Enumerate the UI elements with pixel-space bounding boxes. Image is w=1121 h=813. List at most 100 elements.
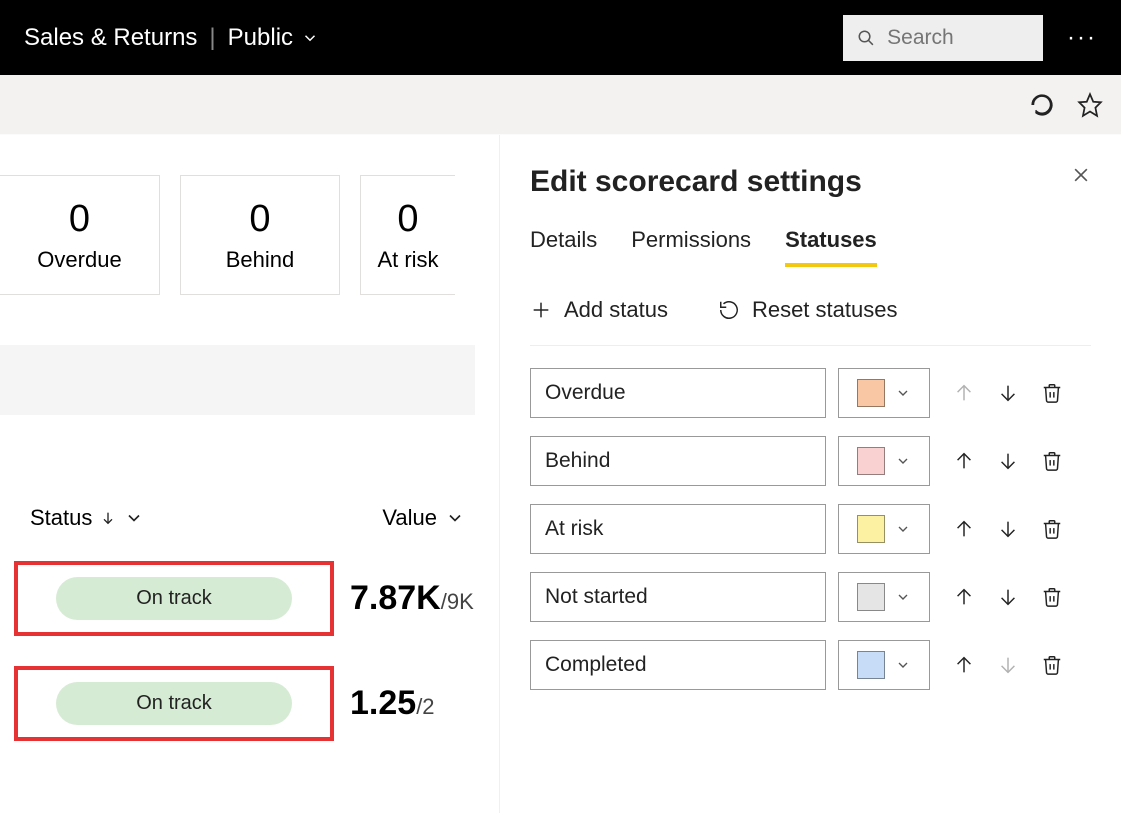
status-actions: Add status Reset statuses xyxy=(530,297,1091,346)
add-status-button[interactable]: Add status xyxy=(530,297,668,323)
status-name-input[interactable]: Completed xyxy=(530,640,826,690)
status-pill[interactable]: On track xyxy=(56,682,292,725)
visibility-label: Public xyxy=(228,24,293,52)
move-up-button[interactable] xyxy=(952,517,976,541)
toolbar xyxy=(0,75,1121,135)
color-swatch xyxy=(857,379,885,407)
card-value: 0 xyxy=(69,198,90,241)
search-input[interactable] xyxy=(887,26,1029,50)
status-list: Overdue Behind At risk xyxy=(530,368,1091,690)
arrow-up-icon xyxy=(953,450,975,472)
top-bar: Sales & Returns | Public ··· xyxy=(0,0,1121,75)
color-swatch xyxy=(857,583,885,611)
reset-icon xyxy=(718,299,740,321)
chevron-down-icon xyxy=(445,508,465,528)
status-name-input[interactable]: Not started xyxy=(530,572,826,622)
refresh-icon xyxy=(1029,92,1055,118)
status-row: Behind xyxy=(530,436,1091,486)
value-denom: /2 xyxy=(416,694,434,720)
card-label: Overdue xyxy=(37,247,121,273)
status-column-header[interactable]: Status xyxy=(30,505,144,531)
card-at-risk[interactable]: 0 At risk xyxy=(360,175,455,295)
color-picker[interactable] xyxy=(838,640,930,690)
color-picker[interactable] xyxy=(838,368,930,418)
refresh-button[interactable] xyxy=(1029,92,1055,118)
add-status-label: Add status xyxy=(564,297,668,323)
chevron-down-icon xyxy=(124,508,144,528)
status-pill[interactable]: On track xyxy=(56,577,292,620)
value-denom: /9K xyxy=(441,589,474,615)
value-cell: 7.87K /9K xyxy=(350,579,474,618)
value-cell: 1.25 /2 xyxy=(350,684,435,723)
trash-icon xyxy=(1041,518,1063,540)
arrow-up-icon xyxy=(953,382,975,404)
search-icon xyxy=(857,27,875,49)
divider: | xyxy=(209,24,215,52)
value-column-label: Value xyxy=(382,505,437,531)
move-down-button[interactable] xyxy=(996,381,1020,405)
status-row: Overdue xyxy=(530,368,1091,418)
tab-details[interactable]: Details xyxy=(530,227,597,267)
status-row: Not started xyxy=(530,572,1091,622)
status-name-input[interactable]: Behind xyxy=(530,436,826,486)
panel-title: Edit scorecard settings xyxy=(530,165,862,199)
goal-row[interactable]: On track 1.25 /2 xyxy=(0,666,475,741)
scorecard-left: 0 Overdue 0 Behind 0 At risk Status Valu… xyxy=(0,135,475,813)
filter-strip xyxy=(0,345,475,415)
arrow-up-icon xyxy=(953,586,975,608)
status-row: At risk xyxy=(530,504,1091,554)
move-down-button[interactable] xyxy=(996,449,1020,473)
delete-button[interactable] xyxy=(1040,381,1064,405)
goal-row[interactable]: On track 7.87K /9K xyxy=(0,561,475,636)
color-picker[interactable] xyxy=(838,572,930,622)
arrow-down-icon xyxy=(100,510,116,526)
arrow-up-icon xyxy=(953,654,975,676)
move-up-button xyxy=(952,381,976,405)
status-column-label: Status xyxy=(30,505,92,531)
value-main: 1.25 xyxy=(350,684,416,723)
arrow-down-icon xyxy=(997,450,1019,472)
visibility-dropdown[interactable]: Public xyxy=(228,24,319,52)
delete-button[interactable] xyxy=(1040,449,1064,473)
close-button[interactable] xyxy=(1071,165,1091,185)
trash-icon xyxy=(1041,450,1063,472)
card-overdue[interactable]: 0 Overdue xyxy=(0,175,160,295)
value-main: 7.87K xyxy=(350,579,441,618)
status-name-input[interactable]: At risk xyxy=(530,504,826,554)
workspace-title: Sales & Returns xyxy=(24,24,197,52)
move-up-button[interactable] xyxy=(952,585,976,609)
move-up-button[interactable] xyxy=(952,653,976,677)
chevron-down-icon xyxy=(895,657,911,673)
search-box[interactable] xyxy=(843,15,1043,61)
card-label: At risk xyxy=(377,247,438,273)
move-up-button[interactable] xyxy=(952,449,976,473)
card-behind[interactable]: 0 Behind xyxy=(180,175,340,295)
tab-permissions[interactable]: Permissions xyxy=(631,227,751,267)
delete-button[interactable] xyxy=(1040,585,1064,609)
color-picker[interactable] xyxy=(838,436,930,486)
more-button[interactable]: ··· xyxy=(1067,24,1097,52)
arrow-down-icon xyxy=(997,518,1019,540)
tab-statuses[interactable]: Statuses xyxy=(785,227,877,267)
delete-button[interactable] xyxy=(1040,653,1064,677)
delete-button[interactable] xyxy=(1040,517,1064,541)
arrow-down-icon xyxy=(997,586,1019,608)
column-headers: Status Value xyxy=(0,415,475,531)
summary-cards: 0 Overdue 0 Behind 0 At risk xyxy=(0,135,475,295)
arrow-down-icon xyxy=(997,654,1019,676)
value-column-header[interactable]: Value xyxy=(382,505,465,531)
trash-icon xyxy=(1041,586,1063,608)
arrow-up-icon xyxy=(953,518,975,540)
settings-panel: Edit scorecard settings Details Permissi… xyxy=(499,135,1121,813)
status-name-input[interactable]: Overdue xyxy=(530,368,826,418)
content-area: 0 Overdue 0 Behind 0 At risk Status Valu… xyxy=(0,135,1121,813)
color-picker[interactable] xyxy=(838,504,930,554)
chevron-down-icon xyxy=(895,453,911,469)
move-down-button xyxy=(996,653,1020,677)
reset-statuses-button[interactable]: Reset statuses xyxy=(718,297,898,323)
move-down-button[interactable] xyxy=(996,517,1020,541)
trash-icon xyxy=(1041,382,1063,404)
favorite-button[interactable] xyxy=(1077,92,1103,118)
move-down-button[interactable] xyxy=(996,585,1020,609)
color-swatch xyxy=(857,515,885,543)
